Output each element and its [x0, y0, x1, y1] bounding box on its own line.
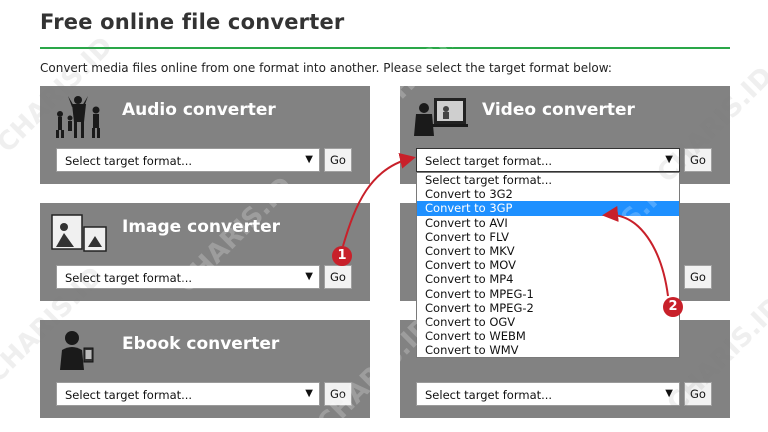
document-go-button[interactable]: Go — [684, 265, 712, 289]
format-option[interactable]: Convert to 3G2 — [417, 187, 679, 201]
image-format-select-value: Select target format... — [65, 271, 193, 285]
format-option[interactable]: Convert to MP4 — [417, 272, 679, 286]
format-option[interactable]: Convert to OGV — [417, 315, 679, 329]
audio-converter-card: Audio converter Select target format... … — [40, 86, 370, 184]
format-option[interactable]: Convert to MPEG-2 — [417, 301, 679, 315]
ebook-converter-title: Ebook converter — [122, 334, 280, 354]
video-viewer-icon — [414, 98, 468, 136]
image-format-select[interactable]: Select target format... ▼ — [56, 265, 320, 289]
format-option[interactable]: Convert to MPEG-1 — [417, 287, 679, 301]
audio-format-select-value: Select target format... — [65, 154, 193, 168]
ebook-format-select[interactable]: Select target format... ▼ — [56, 382, 320, 406]
page-title: Free online file converter — [40, 10, 345, 34]
video-format-select-value: Select target format... — [425, 154, 553, 168]
format-option[interactable]: Convert to FLV — [417, 230, 679, 244]
ebook-converter-card: Ebook converter Select target format... … — [40, 320, 370, 418]
dropdown-arrow-icon: ▼ — [305, 154, 313, 165]
audio-converter-title: Audio converter — [122, 100, 276, 120]
archive-format-select[interactable]: Select target format... ▼ — [416, 382, 680, 406]
image-converter-title: Image converter — [122, 217, 281, 237]
ebook-reader-icon — [60, 331, 94, 370]
dancing-people-icon — [56, 96, 100, 138]
video-converter-title: Video converter — [482, 100, 635, 120]
intro-text: Convert media files online from one form… — [40, 61, 612, 75]
format-option[interactable]: Convert to WEBM — [417, 329, 679, 343]
format-option[interactable]: Select target format... — [417, 173, 679, 187]
format-option[interactable]: Convert to MOV — [417, 258, 679, 272]
annotation-marker-2: 2 — [663, 297, 683, 317]
format-option[interactable]: Convert to MKV — [417, 244, 679, 258]
format-option[interactable]: Convert to 3GP — [417, 201, 679, 216]
video-format-options-list[interactable]: Select target format... Convert to 3G2 Con… — [416, 172, 680, 358]
video-format-select[interactable]: Select target format... ▼ — [416, 148, 680, 172]
dropdown-arrow-icon: ▼ — [305, 388, 313, 399]
dropdown-arrow-icon: ▼ — [665, 388, 673, 399]
audio-go-button[interactable]: Go — [324, 148, 352, 172]
image-go-button[interactable]: Go — [324, 265, 352, 289]
dropdown-arrow-icon: ▼ — [665, 154, 673, 165]
archive-format-select-value: Select target format... — [425, 388, 553, 402]
ebook-go-button[interactable]: Go — [324, 382, 352, 406]
audio-format-select[interactable]: Select target format... ▼ — [56, 148, 320, 172]
archive-go-button[interactable]: Go — [684, 382, 712, 406]
image-converter-card: Image converter Select target format... … — [40, 203, 370, 301]
format-option[interactable]: Convert to AVI — [417, 216, 679, 230]
format-option[interactable]: Convert to WMV — [417, 343, 679, 357]
title-divider — [40, 47, 730, 49]
image-photos-icon — [51, 214, 107, 252]
annotation-marker-1: 1 — [332, 246, 352, 266]
ebook-format-select-value: Select target format... — [65, 388, 193, 402]
video-go-button[interactable]: Go — [684, 148, 712, 172]
dropdown-arrow-icon: ▼ — [305, 271, 313, 282]
video-converter-card: Video converter Select target format... … — [400, 86, 730, 184]
